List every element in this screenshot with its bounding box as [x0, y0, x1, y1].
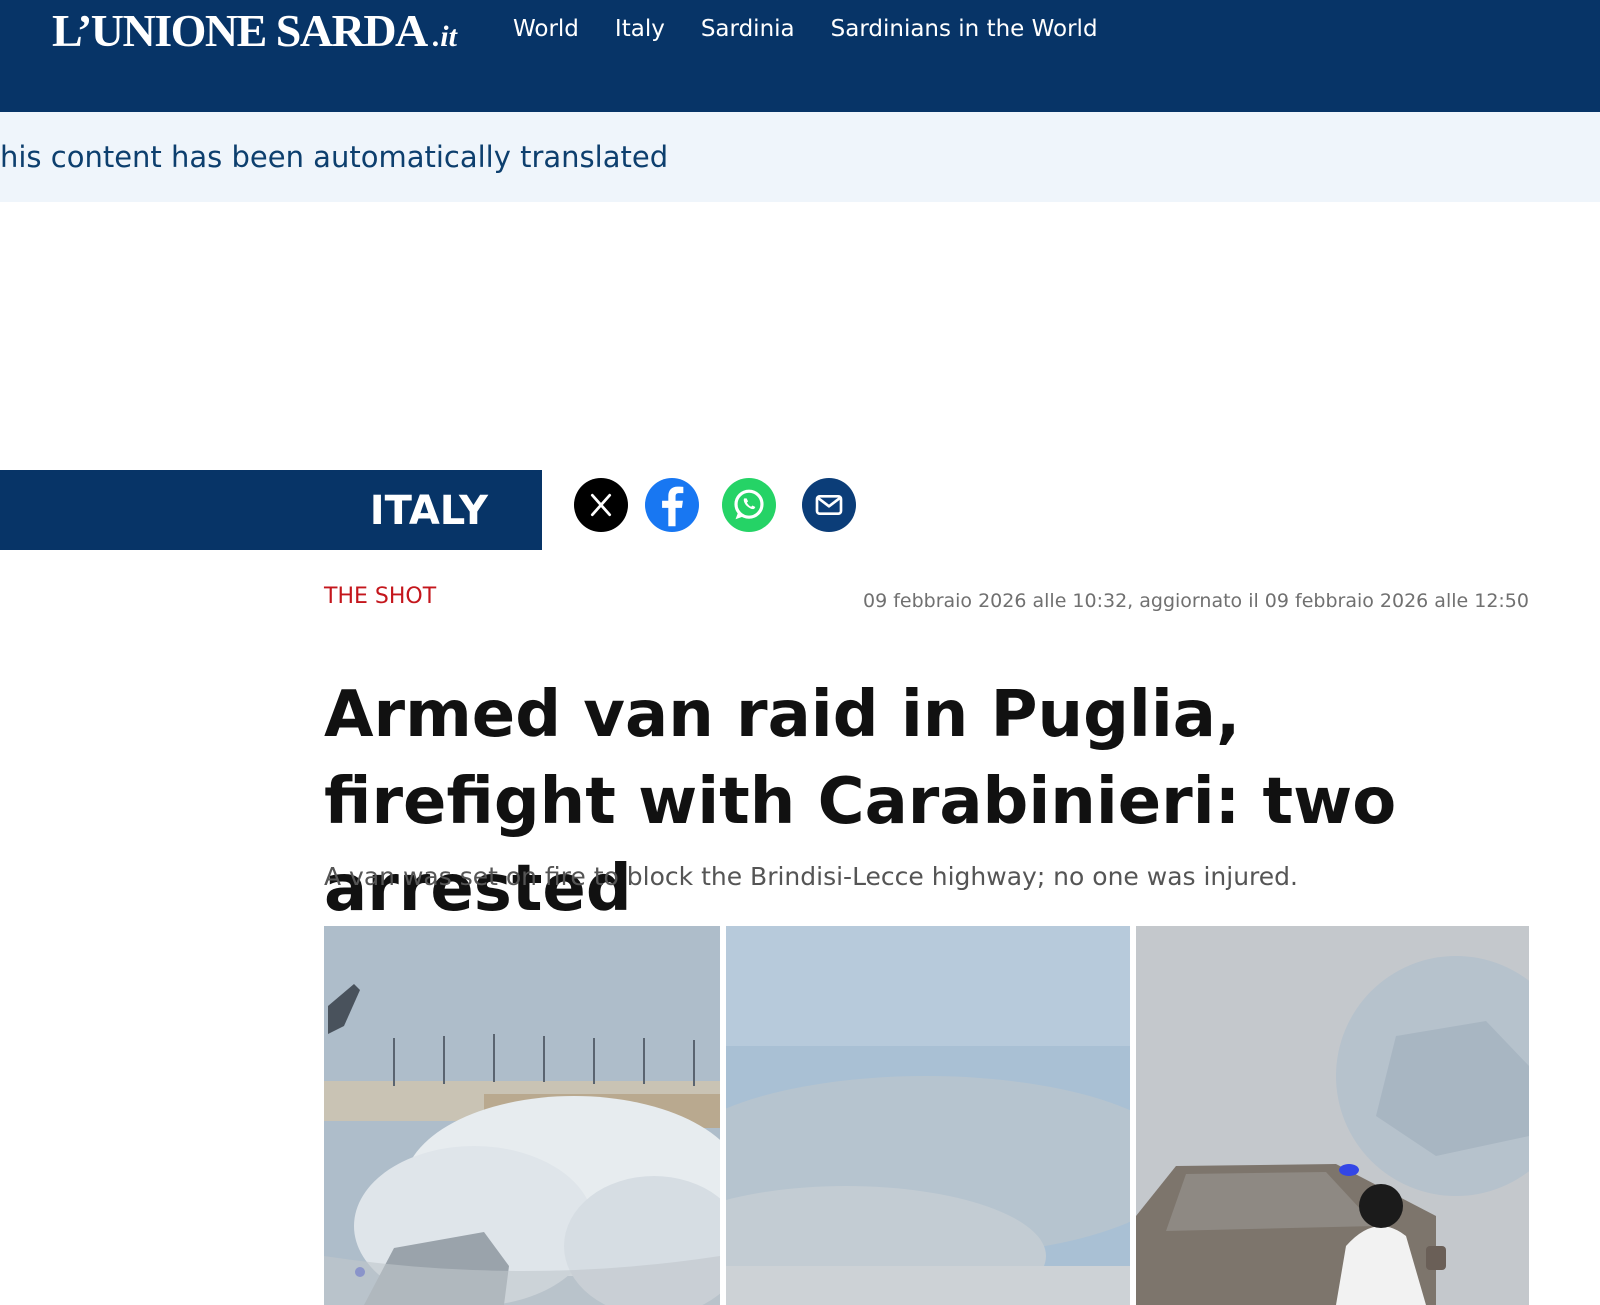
nav-item-sardinians-in-the-world[interactable]: Sardinians in the World [831, 16, 1098, 42]
x-icon [590, 493, 612, 517]
nav-item-sardinia[interactable]: Sardinia [701, 16, 795, 42]
logo-suffix: .it [432, 20, 457, 53]
mail-icon [815, 495, 843, 515]
nav-item-world[interactable]: World [513, 16, 579, 42]
site-logo[interactable]: L’UNIONE SARDA .it [52, 4, 457, 57]
gallery-photo-smoke-road[interactable] [324, 926, 720, 1305]
article-subheadline: A van was set on fire to block the Brind… [324, 862, 1298, 891]
article-kicker[interactable]: THE SHOT [324, 584, 436, 609]
nav-item-italy[interactable]: Italy [615, 16, 665, 42]
section-banner: ITALY [0, 470, 542, 550]
article-timestamp: 09 febbraio 2026 alle 10:32, aggiornato … [862, 590, 1529, 612]
main-nav: World Italy Sardinia Sardinians in the W… [513, 16, 1098, 42]
gallery-photo-arrest[interactable] [1136, 926, 1529, 1305]
share-x-button[interactable] [574, 478, 628, 532]
share-email-button[interactable] [802, 478, 856, 532]
gallery-photo-haze[interactable] [726, 926, 1130, 1305]
logo-text: L’UNIONE SARDA [52, 5, 428, 56]
site-header: L’UNIONE SARDA .it World Italy Sardinia S… [0, 0, 1600, 112]
share-whatsapp-button[interactable] [722, 478, 776, 532]
share-facebook-button[interactable] [645, 478, 699, 532]
article-headline: Armed van raid in Puglia, firefight with… [324, 678, 1397, 926]
translation-notice-text: his content has been automatically trans… [0, 140, 669, 174]
section-label[interactable]: ITALY [370, 488, 488, 534]
facebook-icon [662, 486, 684, 527]
whatsapp-icon [734, 489, 764, 520]
translation-notice: his content has been automatically trans… [0, 112, 1600, 202]
photo-gallery[interactable] [324, 926, 1529, 1305]
